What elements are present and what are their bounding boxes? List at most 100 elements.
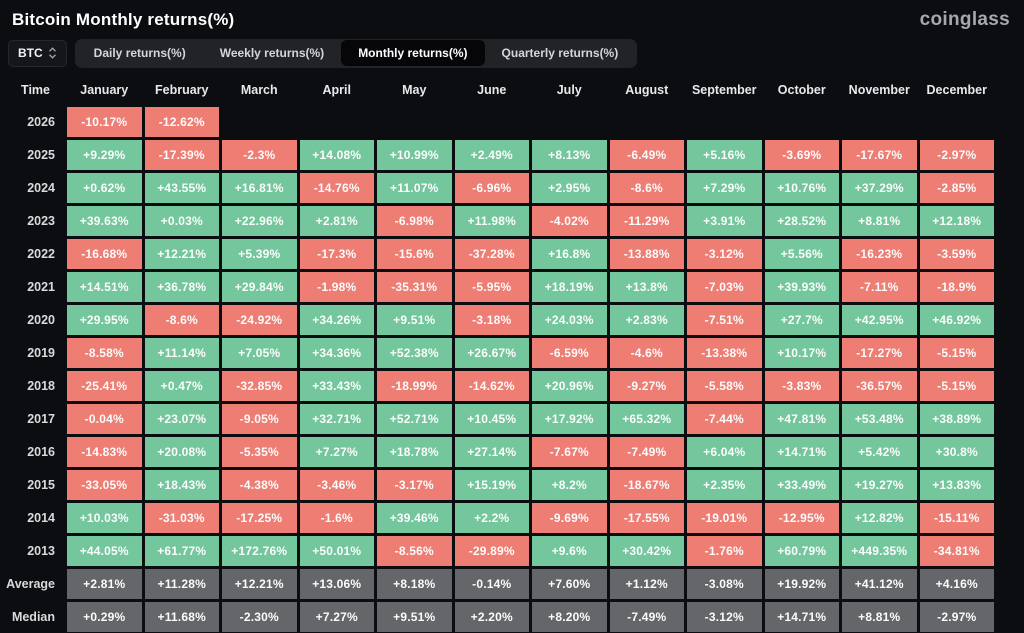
return-cell: -9.05%	[222, 404, 297, 434]
return-cell: +172.76%	[222, 536, 297, 566]
tab-weekly-returns[interactable]: Weekly returns(%)	[203, 40, 341, 66]
return-cell: -4.38%	[222, 470, 297, 500]
tab-quarterly-returns[interactable]: Quarterly returns(%)	[485, 40, 636, 66]
return-cell: -5.58%	[687, 371, 762, 401]
return-cell: +8.18%	[377, 569, 452, 599]
tab-daily-returns[interactable]: Daily returns(%)	[77, 40, 203, 66]
return-cell: +7.29%	[687, 173, 762, 203]
return-cell: -19.01%	[687, 503, 762, 533]
month-column-header: July	[532, 83, 607, 97]
return-cell: +61.77%	[145, 536, 220, 566]
tab-monthly-returns[interactable]: Monthly returns(%)	[341, 40, 484, 66]
return-cell: -3.69%	[765, 140, 840, 170]
return-cell: -17.67%	[842, 140, 917, 170]
month-column-header: January	[67, 83, 142, 97]
return-cell: +2.20%	[455, 602, 530, 632]
return-cell: -7.67%	[532, 437, 607, 467]
return-cell: +11.98%	[455, 206, 530, 236]
return-cell: -2.85%	[920, 173, 995, 203]
return-cell: +27.14%	[455, 437, 530, 467]
return-cell: -16.68%	[67, 239, 142, 269]
return-cell: +18.78%	[377, 437, 452, 467]
row-label-2016: 2016	[0, 437, 64, 467]
return-cell: +20.08%	[145, 437, 220, 467]
return-cell: +9.51%	[377, 602, 452, 632]
return-cell: -12.95%	[765, 503, 840, 533]
return-cell: +41.12%	[842, 569, 917, 599]
return-cell: -17.27%	[842, 338, 917, 368]
return-cell: +29.84%	[222, 272, 297, 302]
return-cell: +52.71%	[377, 404, 452, 434]
return-cell: +20.96%	[532, 371, 607, 401]
return-cell	[300, 107, 375, 137]
return-cell: +12.82%	[842, 503, 917, 533]
return-cell: +11.68%	[145, 602, 220, 632]
return-cell: +17.92%	[532, 404, 607, 434]
row-label-median: Median	[0, 602, 64, 632]
return-cell: +9.6%	[532, 536, 607, 566]
return-cell: -3.83%	[765, 371, 840, 401]
return-cell: +52.38%	[377, 338, 452, 368]
return-cell: +16.8%	[532, 239, 607, 269]
return-cell: +39.93%	[765, 272, 840, 302]
return-cell: +43.55%	[145, 173, 220, 203]
coinglass-logo: coinglass	[920, 9, 1010, 31]
return-cell: -7.51%	[687, 305, 762, 335]
return-cell: -17.25%	[222, 503, 297, 533]
return-cell: +10.76%	[765, 173, 840, 203]
symbol-select[interactable]: BTC	[8, 40, 67, 67]
return-cell: -2.3%	[222, 140, 297, 170]
return-cell: -35.31%	[377, 272, 452, 302]
return-cell: +3.91%	[687, 206, 762, 236]
return-cell: +23.07%	[145, 404, 220, 434]
return-cell: -1.76%	[687, 536, 762, 566]
return-cell: -6.59%	[532, 338, 607, 368]
return-cell: +30.8%	[920, 437, 995, 467]
row-label-2014: 2014	[0, 503, 64, 533]
return-cell: -6.98%	[377, 206, 452, 236]
month-column-header: October	[765, 83, 840, 97]
return-cell	[532, 107, 607, 137]
return-cell: -15.6%	[377, 239, 452, 269]
return-cell: -9.27%	[610, 371, 685, 401]
return-cell: +8.2%	[532, 470, 607, 500]
return-cell: +8.13%	[532, 140, 607, 170]
return-cell: -3.12%	[687, 602, 762, 632]
return-cell	[687, 107, 762, 137]
return-cell: +7.60%	[532, 569, 607, 599]
return-cell: +34.26%	[300, 305, 375, 335]
return-cell: +34.36%	[300, 338, 375, 368]
return-cell: -8.6%	[610, 173, 685, 203]
return-cell: +27.7%	[765, 305, 840, 335]
return-cell: +5.39%	[222, 239, 297, 269]
return-cell: -18.67%	[610, 470, 685, 500]
return-cell: -18.99%	[377, 371, 452, 401]
return-cell: +449.35%	[842, 536, 917, 566]
return-cell: +13.06%	[300, 569, 375, 599]
return-cell: +28.52%	[765, 206, 840, 236]
return-cell: -8.6%	[145, 305, 220, 335]
row-label-2020: 2020	[0, 305, 64, 335]
row-label-2017: 2017	[0, 404, 64, 434]
return-cell: -17.55%	[610, 503, 685, 533]
return-cell: +38.89%	[920, 404, 995, 434]
return-cell: +5.42%	[842, 437, 917, 467]
return-cell: +12.21%	[222, 569, 297, 599]
return-cell: +11.07%	[377, 173, 452, 203]
return-cell: -13.38%	[687, 338, 762, 368]
return-cell: +50.01%	[300, 536, 375, 566]
return-cell: +0.03%	[145, 206, 220, 236]
return-cell: -18.9%	[920, 272, 995, 302]
return-cell: +47.81%	[765, 404, 840, 434]
return-cell: +39.46%	[377, 503, 452, 533]
return-cell: +9.51%	[377, 305, 452, 335]
return-cell	[377, 107, 452, 137]
return-cell: +2.83%	[610, 305, 685, 335]
controls-row: BTC Daily returns(%)Weekly returns(%)Mon…	[8, 38, 1024, 68]
return-cell: -0.04%	[67, 404, 142, 434]
return-cell: -8.58%	[67, 338, 142, 368]
returns-tabbar: Daily returns(%)Weekly returns(%)Monthly…	[75, 39, 638, 68]
return-cell: +30.42%	[610, 536, 685, 566]
symbol-select-value: BTC	[18, 46, 43, 60]
month-column-header: December	[920, 83, 995, 97]
